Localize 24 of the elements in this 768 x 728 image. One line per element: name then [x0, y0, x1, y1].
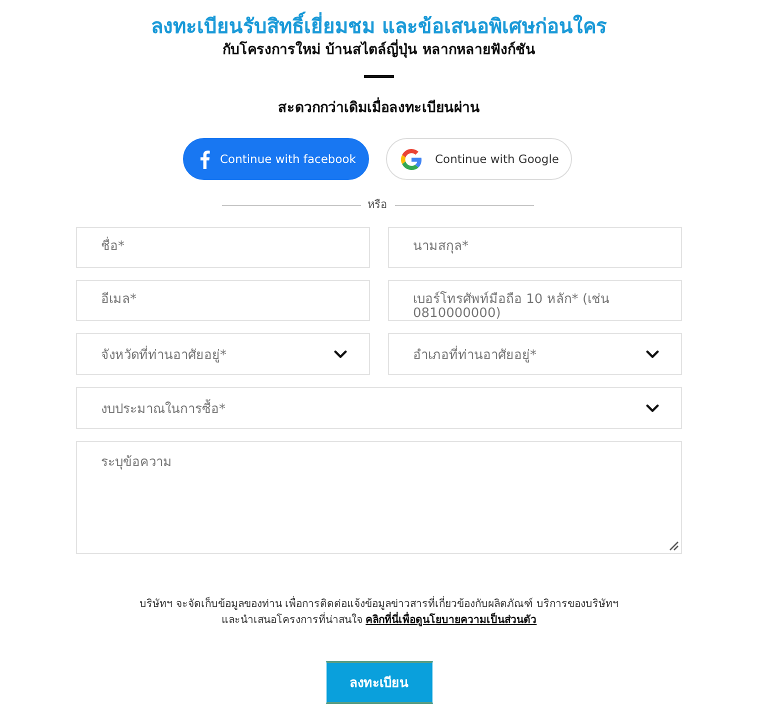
privacy-policy-link[interactable]: คลิกที่นี่เพื่อดูนโยบายความเป็นส่วนตัว: [366, 614, 537, 626]
register-button[interactable]: ลงทะเบียน: [326, 661, 432, 704]
chevron-down-icon: [334, 350, 347, 358]
dropdown-field[interactable]: งบประมาณในการซื้อ*: [76, 387, 682, 429]
title-rule: [364, 75, 394, 78]
text-field[interactable]: อีเมล*: [76, 280, 370, 321]
social-prompt: สะดวกกว่าเดิมเมื่อลงทะเบียนผ่าน: [278, 98, 480, 118]
chevron-down-icon: [646, 404, 659, 412]
google-login-button[interactable]: Continue with Google: [386, 138, 572, 180]
page-title: ลงทะเบียนรับสิทธิ์เยี่ยมชม และข้อเสนอพิเศษก่อนใคร: [151, 12, 607, 40]
f-logo-icon: [200, 150, 210, 168]
text-field[interactable]: ชื่อ*: [76, 227, 370, 268]
dropdown-field[interactable]: อำเภอที่ท่านอาศัยอยู่*: [388, 333, 682, 375]
message-field[interactable]: ระบุข้อความ: [76, 441, 682, 554]
facebook-login-button[interactable]: Continue with facebook: [183, 138, 369, 180]
text-field[interactable]: นามสกุล*: [388, 227, 682, 268]
resize-grip-icon[interactable]: [669, 541, 679, 551]
chevron-down-icon: [646, 350, 659, 358]
divider-label: หรือ: [368, 197, 388, 213]
consent-text: บริษัทฯ จะจัดเก็บข้อมูลของท่าน เพื่อการติดต่อแจ้งข้อมูลข่าวสารที่เกี่ยวข้องกับผลิตภัณฑ์ บริการของบริษัทฯ และนำเสนอโครงการที่น่าสนใจ คลิกที่นี่เพื่อดูนโยบายความเป็นส่วนตัว: [138, 596, 620, 628]
g-logo-icon: [401, 148, 422, 170]
text-field[interactable]: เบอร์โทรศัพท์มือถือ 10 หลัก* (เช่น 0810000000): [388, 280, 682, 321]
page-subtitle: กับโครงการใหม่ บ้านสไตล์ญี่ปุ่น หลากหลายฟังก์ชัน: [222, 40, 536, 60]
dropdown-field[interactable]: จังหวัดที่ท่านอาศัยอยู่*: [76, 333, 370, 375]
